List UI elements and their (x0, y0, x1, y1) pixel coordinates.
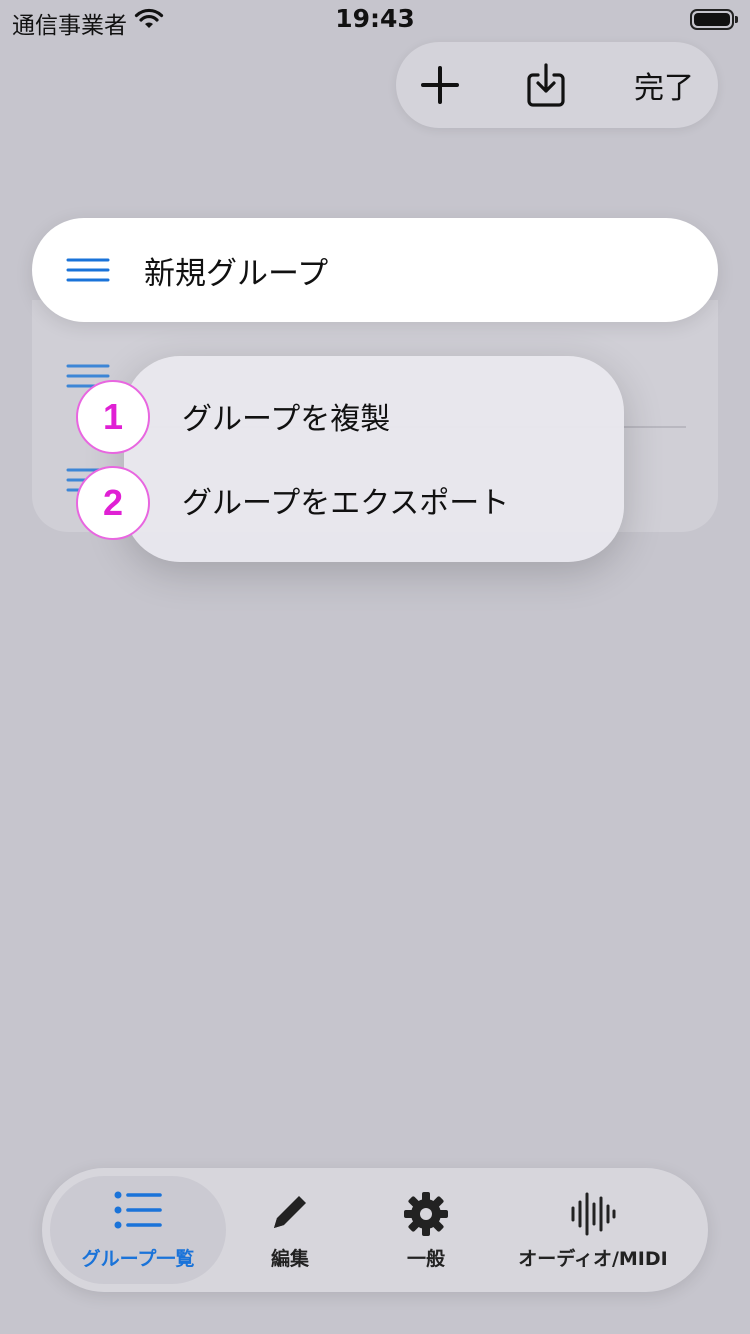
gear-icon (366, 1190, 486, 1238)
group-name-label: 新規グループ (144, 256, 329, 292)
tray-arrow-down-icon (527, 63, 565, 107)
export-group-menu-item[interactable]: グループをエクスポート (124, 458, 624, 544)
duplicate-group-menu-item[interactable]: グループを複製 (124, 374, 624, 460)
step-badge-1: 1 (76, 380, 150, 454)
tab-label: グループ一覧 (81, 1248, 195, 1270)
list-bullet-icon (50, 1190, 226, 1230)
clock: 19:43 (335, 4, 415, 33)
step-badge-2: 2 (76, 466, 150, 540)
pencil-icon (230, 1190, 350, 1234)
tab-label: 編集 (270, 1248, 309, 1270)
tab-group-list[interactable]: グループ一覧 (50, 1176, 226, 1284)
battery-icon (690, 9, 738, 30)
hamburger-menu-icon (66, 258, 110, 286)
top-toolbar: 完了 (396, 42, 718, 128)
menu-item-label: グループを複製 (182, 402, 391, 437)
add-button[interactable] (414, 42, 466, 128)
tab-edit[interactable]: 編集 (230, 1176, 350, 1284)
done-button[interactable]: 完了 (626, 42, 702, 128)
status-bar: 通信事業者 19:43 (0, 0, 750, 40)
tab-general[interactable]: 一般 (366, 1176, 486, 1284)
import-button[interactable] (520, 42, 572, 128)
tab-label: 一般 (406, 1248, 445, 1270)
tab-bar: グループ一覧 編集 一般 オーディオ/MIDI (42, 1168, 708, 1292)
tab-audio-midi[interactable]: オーディオ/MIDI (508, 1176, 678, 1284)
context-menu: グループを複製 グループをエクスポート (124, 356, 624, 562)
highlighted-group-item[interactable]: 新規グループ (32, 218, 718, 322)
tab-label: オーディオ/MIDI (518, 1248, 668, 1270)
menu-item-label: グループをエクスポート (182, 486, 510, 521)
waveform-icon (508, 1190, 678, 1238)
plus-icon (421, 66, 459, 104)
